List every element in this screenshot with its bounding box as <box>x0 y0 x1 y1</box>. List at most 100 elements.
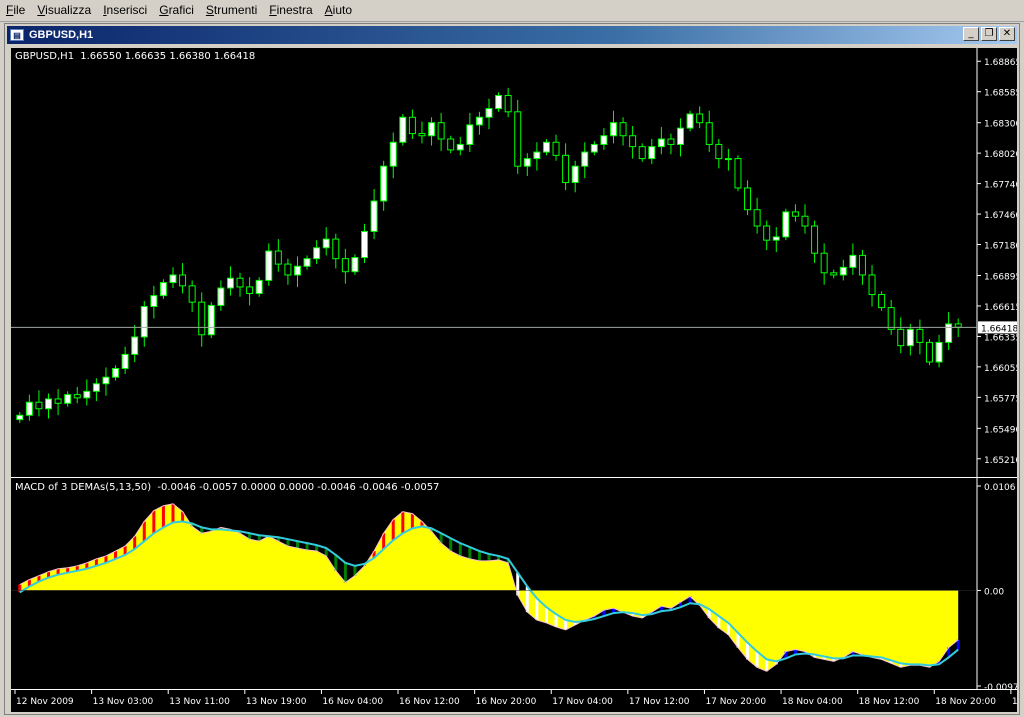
candle-body <box>45 398 53 410</box>
candle-body <box>504 95 512 113</box>
minimize-button[interactable]: _ <box>963 27 979 41</box>
chart-window: ▤ GBPUSD,H1 _ ❐ ✕ 1.688651.685851.683001… <box>4 23 1020 715</box>
candle-body <box>370 200 378 232</box>
price-tick-label: 1.66895 <box>984 273 1017 283</box>
candle-body <box>466 124 474 145</box>
candle-body <box>590 143 598 153</box>
candle-body <box>772 236 780 241</box>
candle-body <box>571 165 579 184</box>
price-tick-label: 1.67740 <box>984 181 1017 191</box>
price-tick-label: 1.67180 <box>984 242 1017 252</box>
close-button[interactable]: ✕ <box>999 27 1015 41</box>
candle-body <box>112 368 120 378</box>
menu-visualizza[interactable]: Visualizza <box>31 0 97 21</box>
candle-body <box>744 187 752 211</box>
candle-body <box>542 141 550 153</box>
chart-window-icon: ▤ <box>10 29 24 41</box>
time-axis: 12 Nov 2009 13 Nov 03:00 13 Nov 11:00 13 No… <box>11 690 1017 712</box>
macd-tick-label: -0.0097 <box>984 683 1017 690</box>
candle-body <box>916 328 924 343</box>
candle-body <box>159 282 167 297</box>
time-tick-label: 13 Nov 11:00 <box>169 697 230 707</box>
menu-file[interactable]: File <box>0 0 31 21</box>
candle-body <box>447 138 455 151</box>
candle-body <box>858 254 866 276</box>
time-tick-label: 16 Nov 12:00 <box>399 697 460 707</box>
time-tick-label: 13 Nov 19:00 <box>246 697 307 707</box>
candle-body <box>533 151 541 160</box>
candle-body <box>849 254 857 268</box>
candle-body <box>150 295 158 308</box>
menu-inserisci[interactable]: Inserisci <box>97 0 153 21</box>
candle-body <box>456 143 464 151</box>
candle-body <box>408 116 416 135</box>
candle-body <box>389 141 397 167</box>
price-tick-label: 1.68585 <box>984 89 1017 99</box>
candle-body <box>782 211 790 238</box>
candle-body <box>274 250 282 265</box>
candle-body <box>945 323 953 343</box>
menu-strumenti[interactable]: Strumenti <box>200 0 263 21</box>
candle-body <box>475 116 483 126</box>
candle-body <box>887 307 895 330</box>
candle-body <box>552 141 560 156</box>
window-title: GBPUSD,H1 <box>29 29 94 41</box>
menu-finestra[interactable]: Finestra <box>263 0 318 21</box>
time-tick-label: 12 Nov 2009 <box>16 697 74 707</box>
candle-body <box>696 113 704 124</box>
candle-body <box>313 247 321 260</box>
candle-body <box>293 265 301 276</box>
time-tick-label: 19 Nov 04:00 <box>1012 697 1017 707</box>
chart-area[interactable]: 1.68865 1.68585 1.68300 1.68020 1.67740 1.674… <box>11 48 1017 712</box>
candle-body <box>255 279 263 294</box>
candle-body <box>495 95 503 110</box>
candle-body <box>131 336 139 355</box>
price-tick-label: 1.67460 <box>984 211 1017 221</box>
menu-grafici[interactable]: Grafici <box>153 0 200 21</box>
candle-body <box>820 252 828 274</box>
candle-body <box>73 394 81 399</box>
candle-body <box>179 274 187 287</box>
price-tick-label: 1.68020 <box>984 150 1017 160</box>
candle-body <box>763 225 771 241</box>
price-tick-label: 1.65775 <box>984 394 1017 404</box>
candle-body <box>121 353 129 370</box>
candle-body <box>341 258 349 273</box>
candle-body <box>523 158 531 167</box>
candle-body <box>35 401 43 410</box>
candle-body <box>791 211 799 217</box>
restore-button[interactable]: ❐ <box>981 27 997 41</box>
candle-body <box>906 328 914 347</box>
candle-body <box>25 401 33 416</box>
candle-body <box>724 158 732 161</box>
candle-body <box>935 341 943 363</box>
price-tick-label: 1.68300 <box>984 120 1017 130</box>
macd-tick-label: 0.00 <box>984 587 1004 597</box>
candle-body <box>198 301 206 336</box>
candle-body <box>514 111 522 167</box>
candle-body <box>753 209 761 227</box>
price-chart[interactable]: 1.68865 1.68585 1.68300 1.68020 1.67740 1.674… <box>11 48 1017 478</box>
candle-body <box>418 133 426 137</box>
candle-body <box>332 238 340 260</box>
candle-body <box>188 285 196 303</box>
candle-body <box>801 215 809 227</box>
candle-body <box>437 122 445 140</box>
candle-body <box>284 263 292 276</box>
candle-body <box>897 328 905 347</box>
candle-body <box>217 287 225 306</box>
price-tick-label: 1.65210 <box>984 456 1017 466</box>
candle-body <box>638 146 646 160</box>
time-tick-label: 17 Nov 04:00 <box>552 697 613 707</box>
candle-body <box>811 225 819 254</box>
window-titlebar[interactable]: ▤ GBPUSD,H1 _ ❐ ✕ <box>7 26 1017 44</box>
indicator-label: MACD of 3 DEMAs(5,13,50) <box>15 482 152 493</box>
time-tick-label: 18 Nov 20:00 <box>935 697 996 707</box>
macd-chart[interactable]: 0.0106 0.00 -0.0097 <box>11 478 1017 690</box>
candle-body <box>619 122 627 137</box>
candle-body <box>581 151 589 167</box>
candle-body <box>715 143 723 160</box>
menu-aiuto[interactable]: Aiuto <box>319 0 358 21</box>
candle-body <box>686 113 694 129</box>
candle-body <box>140 306 148 338</box>
